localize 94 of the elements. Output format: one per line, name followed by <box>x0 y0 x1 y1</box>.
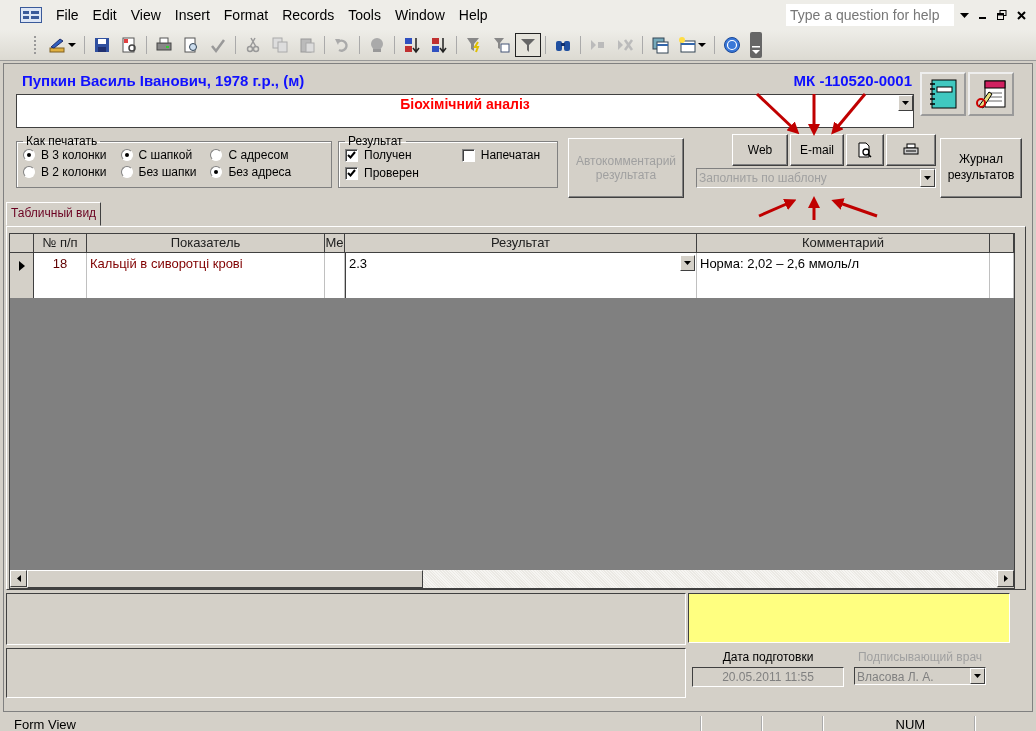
checkbox-label: Напечатан <box>480 148 541 162</box>
toolbar-options-icon[interactable] <box>750 32 762 58</box>
tab[interactable]: Табличный вид <box>6 202 102 226</box>
radio-label: Без адреса <box>228 165 292 179</box>
checkbox-label: Проверен <box>364 166 419 180</box>
annotation-arrow <box>831 93 867 135</box>
properties-icon[interactable] <box>120 36 138 54</box>
new-object-icon[interactable] <box>678 36 696 54</box>
date-label: Дата подготовки <box>722 650 814 664</box>
sort-ascending-icon[interactable] <box>403 36 421 54</box>
status-indicator: NUM <box>894 716 927 731</box>
design-view-icon[interactable] <box>48 36 66 54</box>
help-icon[interactable] <box>723 36 741 54</box>
checkbox[interactable] <box>345 148 358 162</box>
annotation-arrow <box>831 198 878 218</box>
notepad-edit-button[interactable] <box>968 72 1014 116</box>
close-icon[interactable] <box>1017 10 1026 20</box>
highlight-box[interactable] <box>688 593 1010 643</box>
left-arrow-icon <box>16 575 21 582</box>
column-header[interactable]: Ме <box>325 234 345 253</box>
send-button[interactable]: Web <box>732 134 788 166</box>
dropdown-button[interactable] <box>898 95 913 111</box>
caret-icon[interactable] <box>68 43 76 47</box>
radio-label: Без шапки <box>138 165 197 179</box>
radio-button[interactable] <box>23 149 35 161</box>
right-arrow-icon <box>1003 575 1008 582</box>
print-button[interactable] <box>886 134 936 166</box>
menu-item[interactable]: Tools <box>342 7 387 23</box>
menu-item[interactable]: Insert <box>168 7 216 23</box>
scroll-right-button[interactable] <box>997 570 1014 587</box>
caret-icon[interactable] <box>698 43 706 47</box>
radio-label: С шапкой <box>138 148 193 162</box>
radio-label: В 2 колонки <box>41 165 107 179</box>
radio-label: В 3 колонки <box>41 148 107 162</box>
group-title: Результат <box>347 134 404 148</box>
radio-button[interactable] <box>120 149 133 161</box>
menu-item[interactable]: Edit <box>86 7 123 23</box>
text-box[interactable] <box>6 593 686 645</box>
checkbox[interactable] <box>345 166 358 180</box>
patient-name: Пупкин Василь Іванович, 1978 г.р., (м) <box>22 71 305 89</box>
form-window-icon[interactable] <box>20 7 42 23</box>
current-row-icon <box>18 261 25 271</box>
radio-button[interactable] <box>120 166 133 178</box>
window-icon[interactable] <box>651 36 669 54</box>
radio-button[interactable] <box>210 166 223 178</box>
send-button[interactable]: E-mail <box>790 134 844 166</box>
menu-item[interactable]: View <box>124 7 167 23</box>
annotation-arrow <box>808 94 820 136</box>
analysis-title: Біохімічний аналіз <box>400 96 530 114</box>
analysis-title-field[interactable]: Біохімічний аналіз <box>16 94 914 128</box>
print-icon[interactable] <box>155 36 173 54</box>
sort-descending-icon[interactable] <box>430 36 448 54</box>
menu-item[interactable]: Help <box>452 7 494 23</box>
menu-item[interactable]: Window <box>388 7 451 23</box>
preview-button[interactable] <box>846 134 884 166</box>
text-box[interactable] <box>6 648 686 698</box>
caret-icon <box>924 176 931 180</box>
filter-form-icon[interactable] <box>492 36 510 54</box>
journal-button[interactable]: Журнал результатов <box>940 138 1022 198</box>
menu-item[interactable]: Format <box>217 7 275 23</box>
menu-item[interactable]: File <box>50 7 85 23</box>
filter-icon[interactable] <box>519 36 537 54</box>
printer-icon <box>903 143 919 157</box>
radio-button[interactable] <box>210 149 223 161</box>
column-header[interactable]: № п/п <box>34 234 87 253</box>
row-selector[interactable] <box>10 253 34 298</box>
scroll-left-button[interactable] <box>10 570 27 587</box>
notebook-button[interactable] <box>920 72 966 116</box>
column-header[interactable]: Комментарий <box>697 234 990 253</box>
restore-icon[interactable] <box>997 10 1007 20</box>
annotation-arrow <box>755 92 800 135</box>
annotation-arrow <box>758 198 797 218</box>
checkbox[interactable] <box>461 148 475 162</box>
scrollbar-thumb[interactable] <box>27 570 423 588</box>
group-title: Как печатать <box>25 134 99 148</box>
column-header[interactable]: Результат <box>345 234 697 253</box>
column-header[interactable]: Показатель <box>87 234 325 253</box>
annotation-arrow <box>808 196 820 220</box>
radio-label: С адресом <box>228 148 289 162</box>
dropdown-arrow-icon[interactable] <box>960 12 969 18</box>
dropdown-button[interactable] <box>680 255 695 271</box>
caret-icon <box>902 101 909 105</box>
column-header[interactable] <box>990 234 1014 253</box>
save-icon[interactable] <box>93 36 111 54</box>
menu-item[interactable]: Records <box>276 7 341 23</box>
checkbox-label: Получен <box>364 148 412 162</box>
print-preview-icon[interactable] <box>182 36 200 54</box>
caret-icon <box>974 674 981 678</box>
help-search-field[interactable]: Type a question for help <box>786 4 954 26</box>
radio-button[interactable] <box>23 166 35 178</box>
print-preview-icon <box>858 142 872 158</box>
caret-icon <box>684 261 691 265</box>
status-text: Form View <box>13 716 77 731</box>
record-id: МК -110520-0001 <box>793 71 912 89</box>
